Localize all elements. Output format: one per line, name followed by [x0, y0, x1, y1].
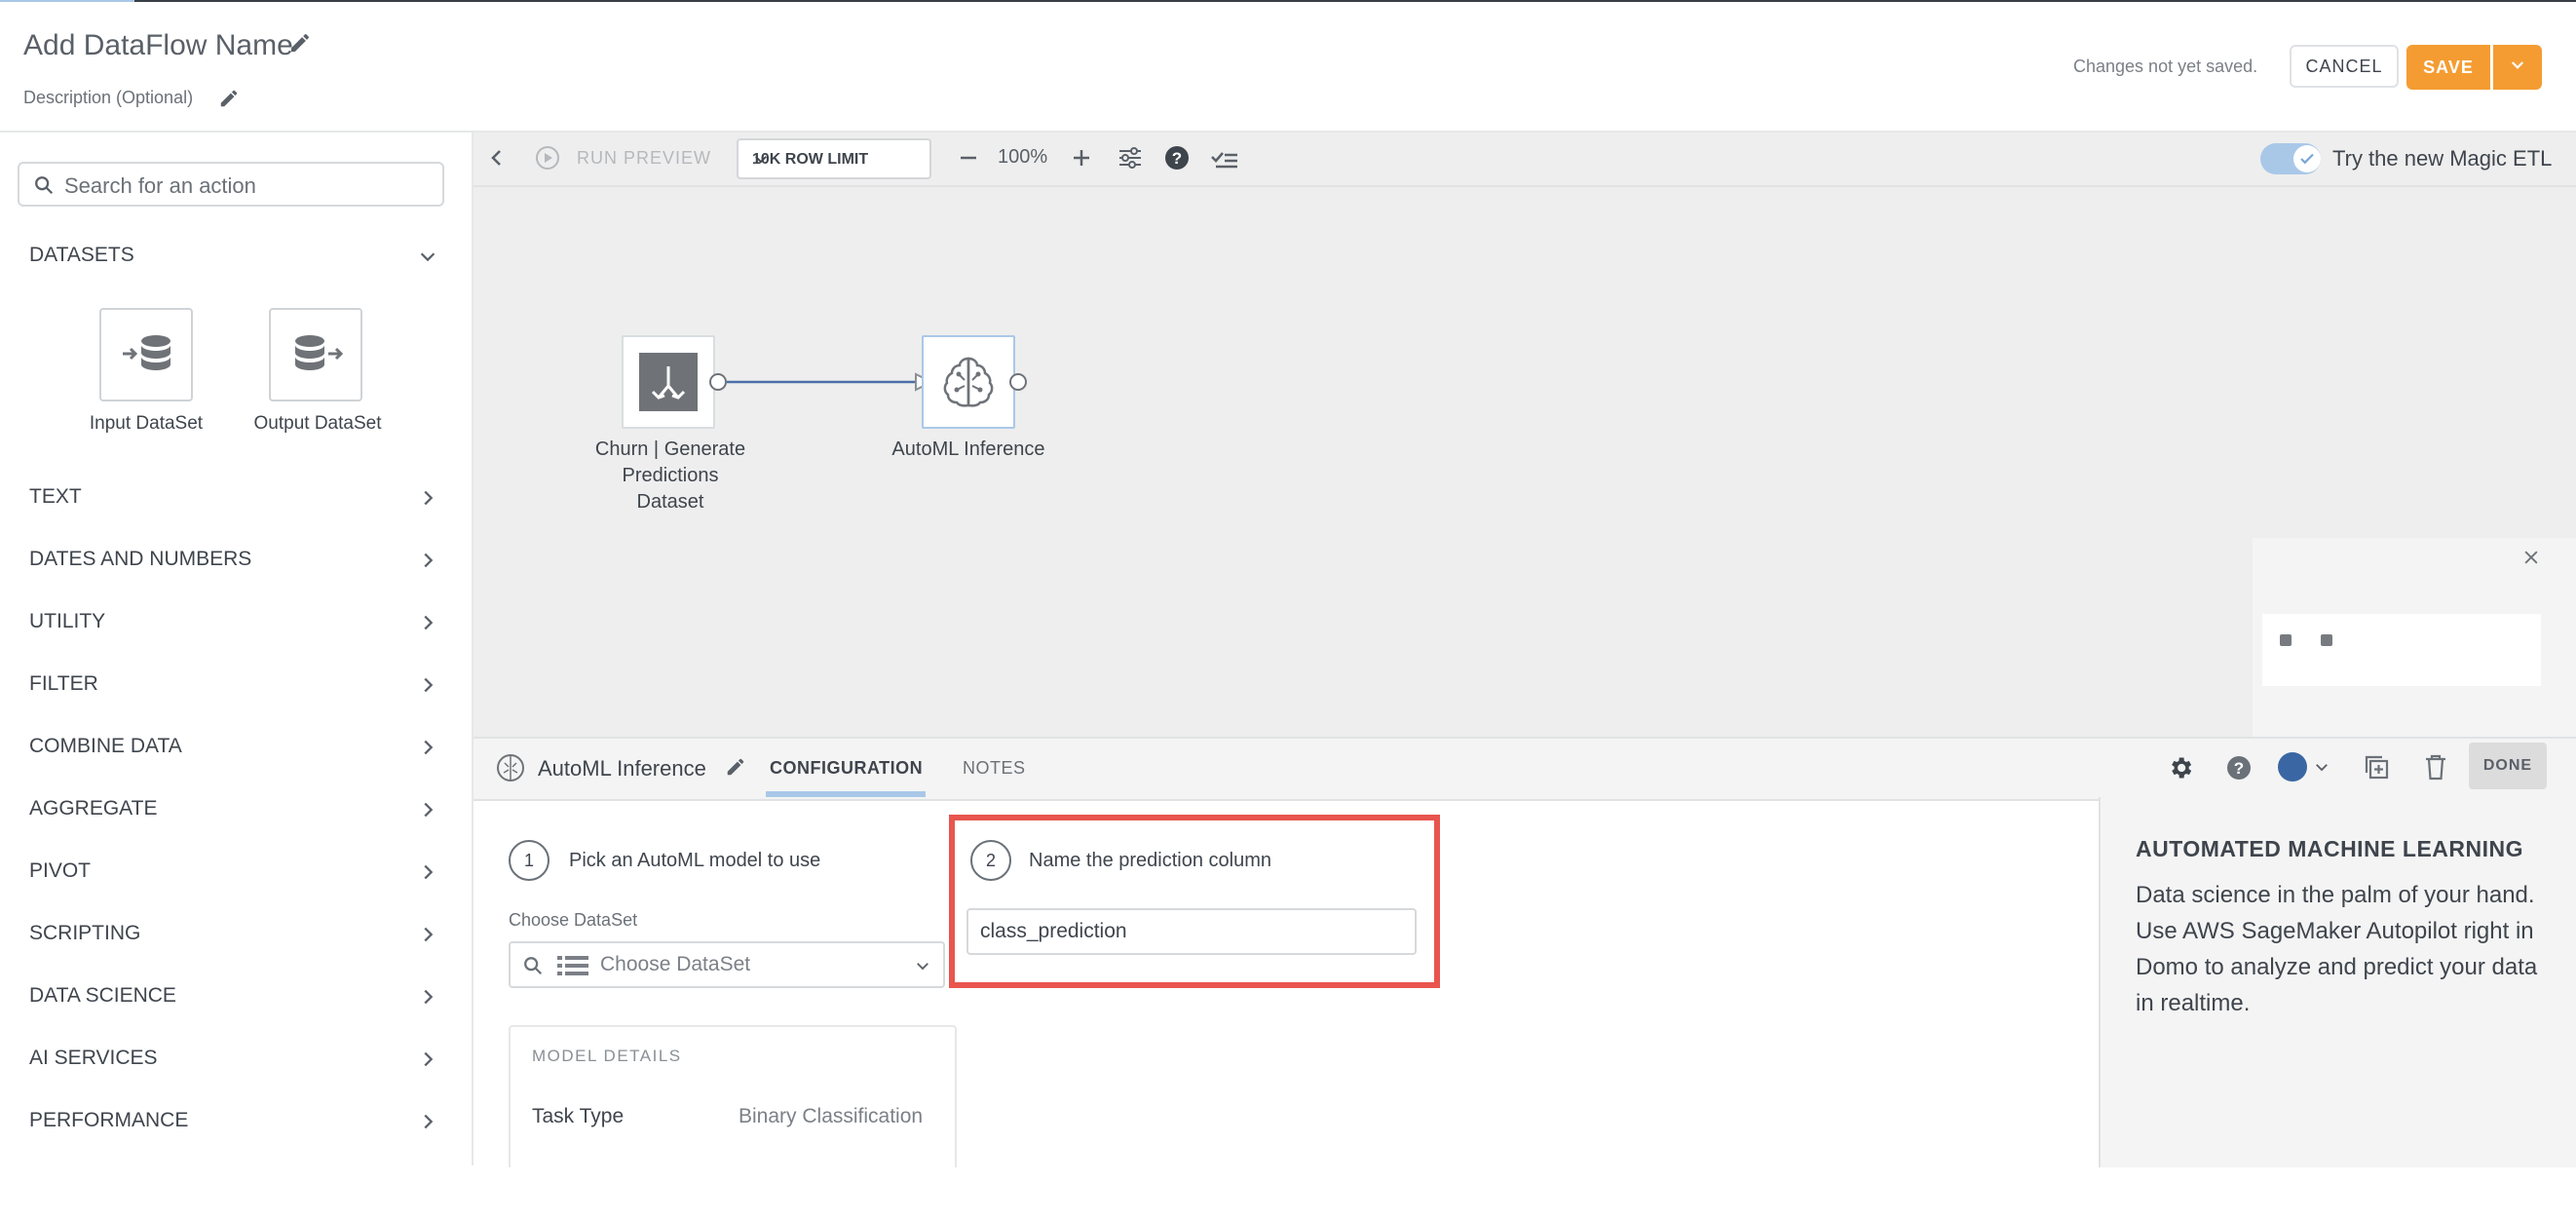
chevron-down-icon [914, 957, 931, 979]
minimap-viewport[interactable] [2262, 614, 2541, 686]
model-details-heading: MODEL DETAILS [532, 1047, 682, 1065]
prediction-column-value: class_prediction [980, 920, 1127, 942]
choose-dataset-label: Choose DataSet [509, 910, 638, 930]
search-icon [522, 955, 544, 981]
step2-label: Name the prediction column [1029, 850, 1272, 871]
step-number: 1 [509, 840, 549, 881]
active-tab-underline [766, 791, 926, 797]
duplicate-icon[interactable] [2362, 752, 2391, 786]
input-node-label: Churn | Generate Predictions Dataset [563, 437, 777, 515]
done-button[interactable]: DONE [2469, 743, 2547, 789]
close-icon[interactable] [2521, 548, 2541, 572]
trash-icon[interactable] [2422, 752, 2449, 786]
minimap-node [2321, 634, 2332, 646]
output-port[interactable] [1009, 373, 1027, 391]
node-label-line: Churn | Generate [594, 438, 746, 460]
automl-inference-node[interactable] [922, 335, 1015, 429]
task-type-label: Task Type [532, 1105, 625, 1127]
brain-icon [937, 351, 1000, 418]
chevron-down-icon[interactable] [2313, 758, 2330, 781]
info-panel-body: Data science in the palm of your hand. U… [2136, 882, 2538, 1016]
output-port[interactable] [709, 373, 727, 391]
tab-configuration[interactable]: CONFIGURATION [770, 758, 923, 779]
minimap-node [2280, 634, 2292, 646]
node-label-line: AutoML Inference [891, 438, 1045, 460]
brain-icon [495, 752, 526, 788]
gear-icon[interactable] [2167, 754, 2194, 786]
merge-dataset-icon [639, 353, 698, 416]
tile-color-picker[interactable] [2278, 752, 2307, 782]
choose-dataset-placeholder: Choose DataSet [600, 953, 751, 975]
step-number: 2 [970, 840, 1011, 881]
page-footer-space [0, 1167, 2576, 1220]
dataset-list-icon [557, 956, 588, 980]
node-label-line: Dataset [636, 491, 704, 513]
help-icon[interactable]: ? [2225, 754, 2253, 786]
info-panel-title: AUTOMATED MACHINE LEARNING [2136, 836, 2524, 861]
automl-node-label: AutoML Inference [863, 437, 1074, 463]
step1-label: Pick an AutoML model to use [569, 850, 821, 871]
pencil-icon[interactable] [725, 756, 746, 782]
prediction-column-highlight [949, 815, 1440, 988]
node-label-line: Predictions [622, 465, 719, 486]
tab-notes[interactable]: NOTES [963, 758, 1026, 779]
task-type-value: Binary Classification [739, 1105, 924, 1127]
svg-text:?: ? [2234, 759, 2244, 778]
tile-name[interactable]: AutoML Inference [538, 756, 706, 782]
input-dataset-node[interactable] [622, 335, 715, 429]
